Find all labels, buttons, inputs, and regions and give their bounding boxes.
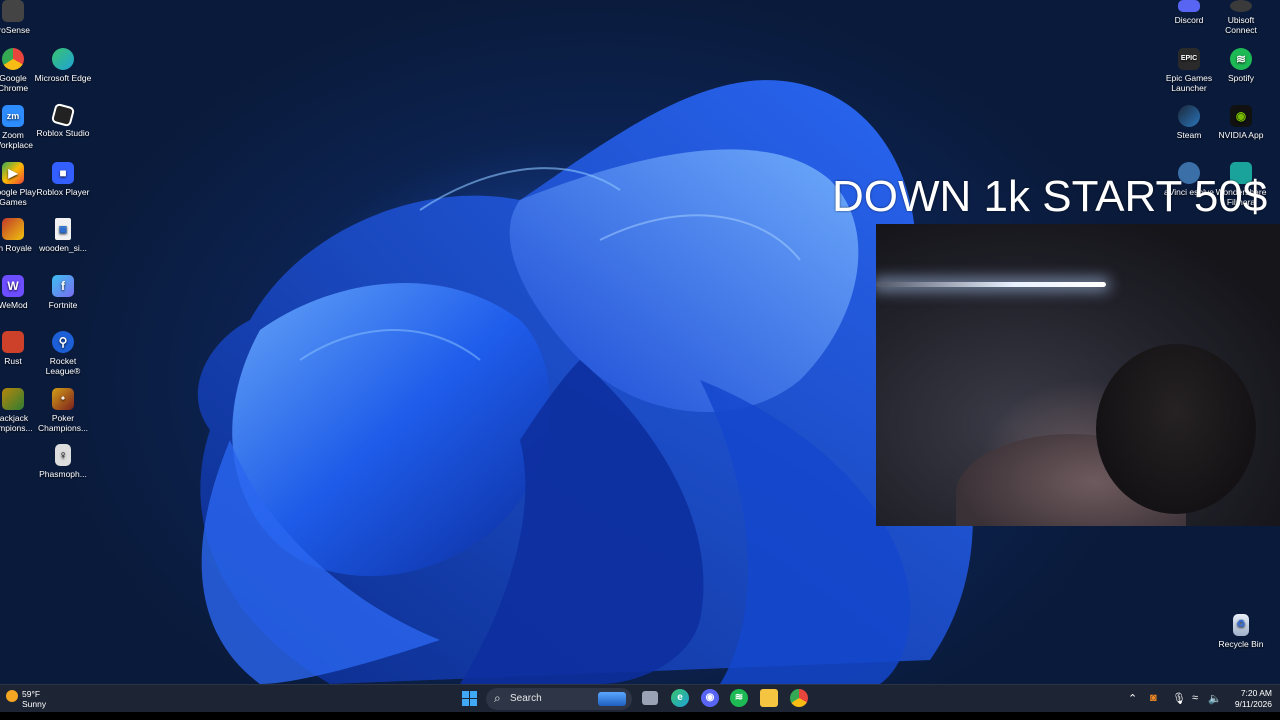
desktop-icon-audio[interactable]: troSense [0, 0, 42, 35]
desktop-icon-discord[interactable]: Discord [1160, 0, 1218, 25]
edge-icon [52, 48, 74, 70]
desktop-icon-phasmophobia[interactable]: ♀ Phasmoph... [34, 444, 92, 479]
app-tray-icon[interactable]: ◙ [1150, 692, 1157, 704]
desktop-icon-ubisoft[interactable]: Ubisoft Connect [1212, 0, 1270, 35]
blackjack-icon [2, 388, 24, 410]
rust-icon [2, 331, 24, 353]
discord-icon[interactable]: ◉ [701, 689, 719, 707]
taskbar-search[interactable]: ⌕ Search [486, 688, 632, 710]
edge-icon[interactable]: e [671, 689, 689, 707]
desktop: troSense Google Chrome Microsoft Edge zm… [0, 0, 1280, 684]
desktop-icon-fortnite[interactable]: f Fortnite [34, 275, 92, 310]
desktop-icon-roblox-studio[interactable]: Roblox Studio [34, 102, 92, 138]
ubisoft-icon [1230, 0, 1252, 12]
chrome-icon[interactable] [790, 689, 808, 707]
desktop-icon-nvidia[interactable]: ◉ NVIDIA App [1212, 105, 1270, 140]
search-highlight-icon [598, 692, 626, 706]
play-games-icon: ▶ [2, 162, 24, 184]
taskbar: 59°F Sunny ⌕ Search e ◉ ≋ ⌃ ◙ 🎙 ≈ 🔈 7:20 … [0, 684, 1280, 713]
zoom-icon: zm [2, 105, 24, 127]
led-strip [876, 282, 1106, 287]
document-icon: ▣ [55, 218, 71, 240]
search-icon: ⌕ [494, 691, 501, 705]
rocket-league-icon: ⚲ [52, 331, 74, 353]
clock-date: 9/11/2026 [1234, 699, 1272, 709]
clock[interactable]: 7:20 AM 9/11/2026 [1228, 688, 1272, 710]
sun-icon [6, 690, 18, 702]
wemod-icon: W [2, 275, 24, 297]
search-label: Search [510, 693, 542, 704]
start-button[interactable] [460, 689, 480, 709]
nvidia-icon: ◉ [1230, 105, 1252, 127]
chevron-up-icon[interactable]: ⌃ [1128, 692, 1137, 705]
phasmophobia-icon: ♀ [55, 444, 71, 466]
discord-icon [1178, 0, 1200, 12]
desktop-icon-steam[interactable]: Steam [1160, 105, 1218, 140]
webcam-feed [876, 224, 1280, 526]
desktop-icon-spotify[interactable]: ≋ Spotify [1212, 48, 1270, 83]
weather-temp: 59°F [22, 689, 41, 699]
desktop-icon-wooden-file[interactable]: ▣ wooden_si... [34, 218, 92, 253]
spotify-icon: ≋ [1230, 48, 1252, 70]
desktop-icon-rocket-league[interactable]: ⚲ Rocket League® [34, 331, 92, 376]
spotify-icon[interactable]: ≋ [730, 689, 748, 707]
clock-time: 7:20 AM [1240, 688, 1272, 698]
desktop-icon-edge[interactable]: Microsoft Edge [34, 48, 92, 83]
chrome-icon [2, 48, 24, 70]
epic-games-icon: EPIC [1178, 48, 1200, 70]
audio-app-icon [2, 0, 24, 22]
volume-icon[interactable]: 🔈 [1208, 692, 1222, 705]
wifi-icon[interactable]: ≈ [1192, 692, 1198, 704]
desktop-icon-epic-games[interactable]: EPIC Epic Games Launcher [1160, 48, 1218, 93]
screen-bottom-edge [0, 712, 1280, 720]
recycle-bin-icon: ♻ [1233, 614, 1249, 636]
person-head [1096, 344, 1256, 514]
stream-overlay-text: DOWN 1k START 50$ [832, 172, 1268, 221]
roblox-player-icon: ■ [52, 162, 74, 184]
desktop-icon-poker[interactable]: ♠ Poker Champions... [34, 388, 92, 433]
desktop-icon-roblox-player[interactable]: ■ Roblox Player [34, 162, 92, 197]
roblox-studio-icon [50, 102, 76, 128]
clash-royale-icon [2, 218, 24, 240]
microphone-icon[interactable]: 🎙 [1172, 692, 1186, 705]
fortnite-icon: f [52, 275, 74, 297]
poker-icon: ♠ [52, 388, 74, 410]
file-explorer-icon[interactable] [760, 689, 778, 707]
desktop-icon-recycle-bin[interactable]: ♻ Recycle Bin [1212, 614, 1270, 649]
steam-icon [1178, 105, 1200, 127]
task-view-icon[interactable] [642, 691, 658, 705]
weather-condition: Sunny [22, 699, 47, 709]
